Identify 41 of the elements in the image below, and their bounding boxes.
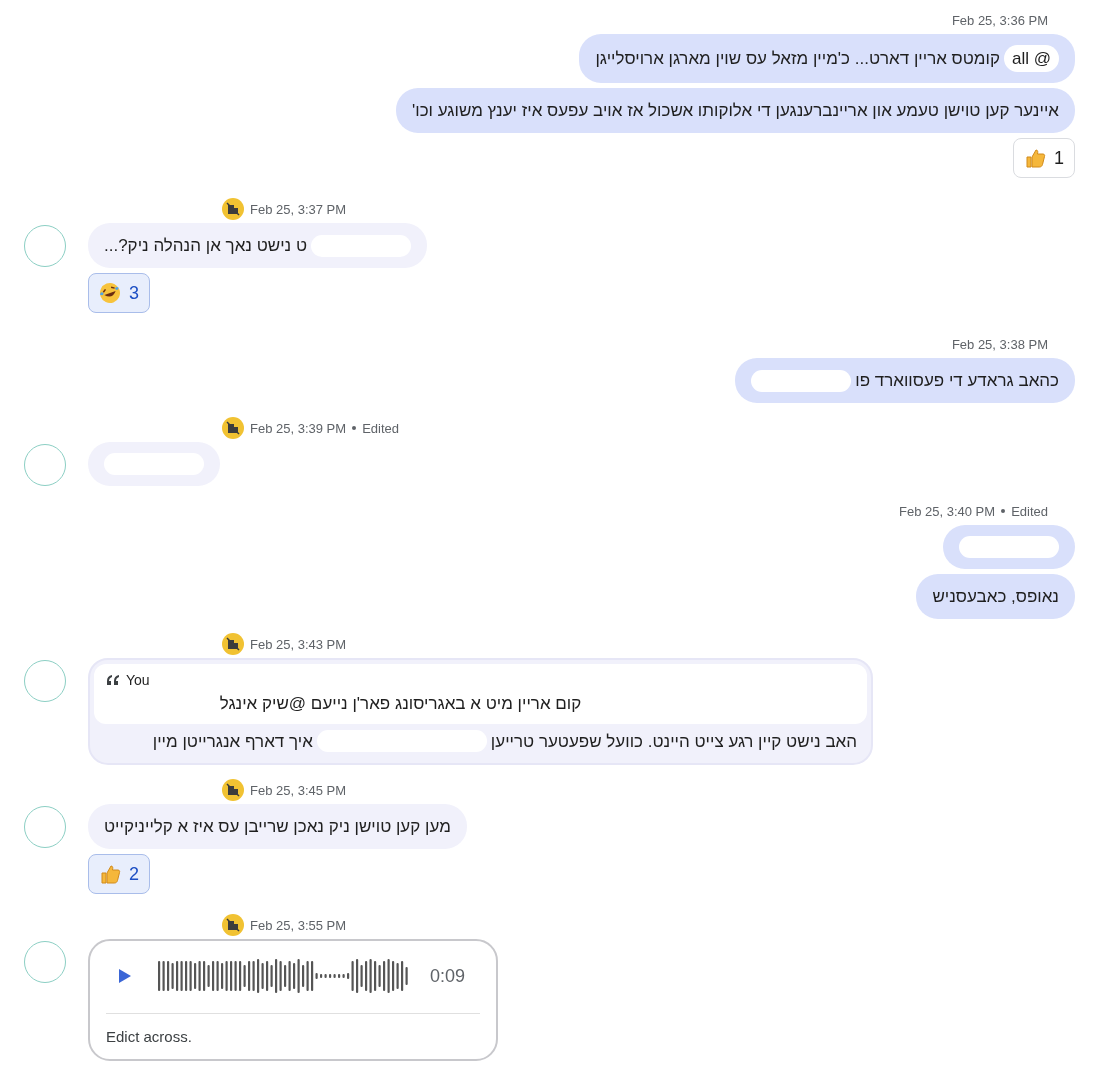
message-text: האב נישט קיין רגע צייט היינט. כוועל שפעטער טרייען: [490, 731, 857, 753]
avatar[interactable]: [24, 444, 66, 486]
message-text: נאופס, כאבעסניש: [932, 586, 1059, 608]
avatar[interactable]: [24, 225, 66, 267]
message-text: כהאב גראדע די פעסווארד פו: [855, 370, 1059, 392]
avatar[interactable]: [24, 806, 66, 848]
timestamp: Feb 25, 3:43 PM: [250, 636, 347, 652]
audio-caption: Edict across.: [106, 1028, 193, 1045]
play-icon: [118, 968, 132, 984]
timestamp: Feb 25, 3:37 PM: [250, 201, 347, 217]
quote-icon: [106, 675, 120, 685]
message-text: קומטס אריין דארט... כ'מיין מזאל עס שוין מארגן ארויסלייגן: [595, 48, 1000, 70]
quote-text: קום אריין מיט א באגריסונג פאר'ן נייעם @שיק אינגל: [218, 694, 583, 714]
mention-chip[interactable]: all @: [1004, 45, 1059, 72]
thumbs-up-icon: [1024, 147, 1046, 169]
message-text: איך דארף אנגרייטן מיין: [152, 731, 313, 753]
quote-author: You: [126, 672, 150, 688]
reaction-chip[interactable]: 1: [1013, 138, 1075, 178]
reaction-chip[interactable]: 3: [88, 273, 150, 313]
message-text: איינער קען טוישן טעמע און אריינברענגען די אלוקותו אשכול אז אויב עפעס איז יענץ משוגע וכו': [412, 100, 1059, 122]
timestamp: Feb 25, 3:36 PM: [951, 12, 1048, 28]
edited-label: Edited: [1011, 503, 1048, 519]
building-badge-icon: [222, 914, 244, 936]
thumbs-up-icon: [99, 863, 121, 885]
avatar[interactable]: [24, 941, 66, 983]
edited-label: Edited: [362, 420, 399, 436]
audio-duration: 0:09: [430, 965, 466, 987]
building-badge-icon: [222, 417, 244, 439]
building-badge-icon: [222, 198, 244, 220]
timestamp: Feb 25, 3:55 PM: [250, 917, 347, 933]
timestamp: Feb 25, 3:39 PM: [250, 420, 347, 436]
avatar[interactable]: [24, 660, 66, 702]
timestamp: Feb 25, 3:45 PM: [250, 782, 347, 798]
message-text: מען קען טוישן ניק נאכן שרייבן עס איז א קלייניקייט: [104, 816, 451, 838]
reaction-chip[interactable]: 2: [88, 854, 150, 894]
timestamp: Feb 25, 3:38 PM: [951, 336, 1048, 352]
laughing-face-icon: [99, 282, 121, 304]
building-badge-icon: [222, 779, 244, 801]
timestamp: Feb 25, 3:40 PM: [899, 503, 996, 519]
message-text: ט נישט נאך אן הנהלה ניק?...: [104, 235, 307, 257]
building-badge-icon: [222, 633, 244, 655]
